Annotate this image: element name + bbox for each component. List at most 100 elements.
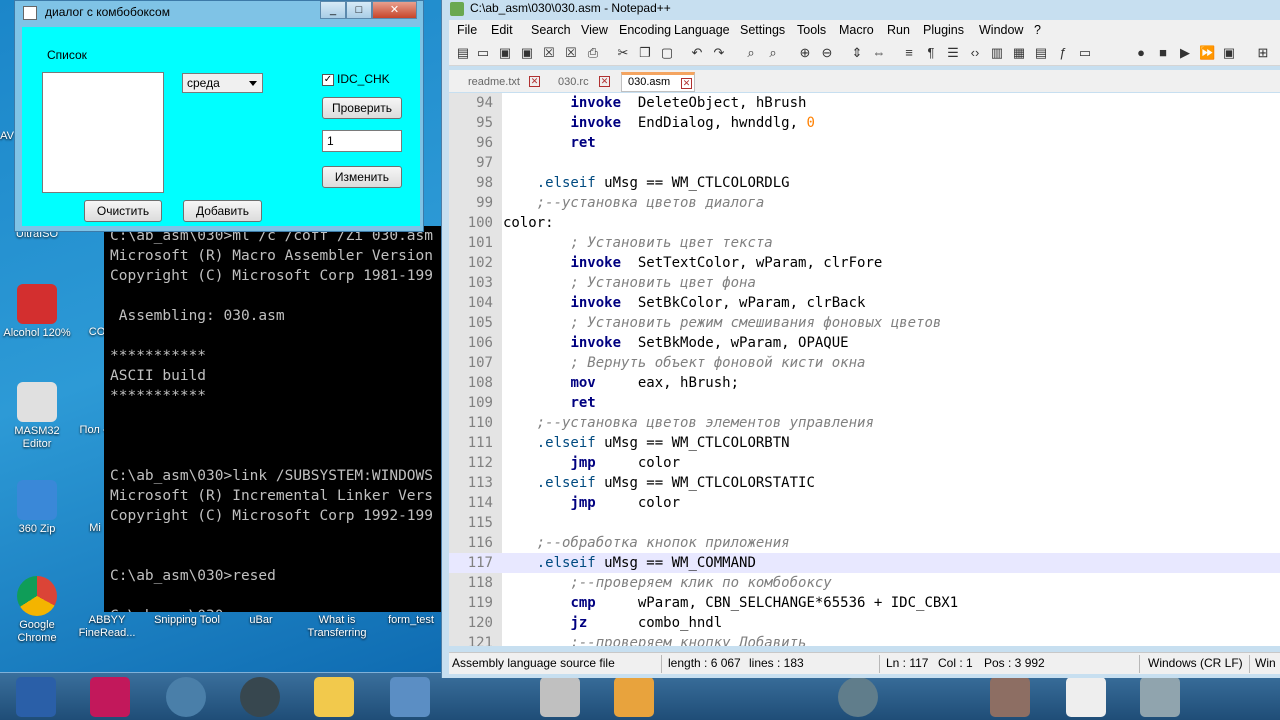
code-line[interactable]: 102 invoke SetTextColor, wParam, clrFore (449, 253, 1280, 273)
save-icon[interactable]: ▣ (497, 45, 513, 61)
indent-guide-icon[interactable]: ☰ (945, 45, 961, 61)
menu-item[interactable]: Macro (839, 23, 874, 37)
menu-item[interactable]: Run (887, 23, 910, 37)
record-macro-icon[interactable]: ● (1133, 45, 1149, 61)
zoom-out-icon[interactable]: ⊖ (819, 45, 835, 61)
code-line[interactable]: 120 jz combo_hndl (449, 613, 1280, 633)
menu-item[interactable]: Plugins (923, 23, 964, 37)
word-wrap-icon[interactable]: ≡ (901, 45, 917, 61)
menu-item[interactable]: Settings (740, 23, 785, 37)
code-line[interactable]: 115 (449, 513, 1280, 533)
taskbar-globe-icon[interactable] (240, 677, 280, 717)
stop-macro-icon[interactable]: ■ (1155, 45, 1171, 61)
function-list-icon[interactable]: ▦ (1011, 45, 1027, 61)
desktop-icon-form-test[interactable]: form_test (376, 614, 446, 627)
paste-icon[interactable]: ▢ (659, 45, 675, 61)
taskbar-capture-icon[interactable] (540, 677, 580, 717)
play-multiple-icon[interactable]: ⏩ (1199, 45, 1215, 61)
menu-item[interactable]: File (457, 23, 477, 37)
add-button[interactable]: Добавить (183, 200, 262, 222)
code-line[interactable]: 119 cmp wParam, CBN_SELCHANGE*65536 + ID… (449, 593, 1280, 613)
code-line[interactable]: 117 .elseif uMsg == WM_COMMAND (449, 553, 1280, 573)
fx-icon[interactable]: ƒ (1055, 45, 1071, 61)
tab-030-asm[interactable]: 030.asm ✕ (621, 72, 695, 92)
code-line[interactable]: 101 ; Установить цвет текста (449, 233, 1280, 253)
npp-titlebar[interactable]: C:\ab_asm\030\030.asm - Notepad++ (442, 0, 1280, 20)
desktop-icon-chrome[interactable]: Google Chrome (2, 576, 72, 645)
code-line[interactable]: 121 ;--проверяем кнопку Добавить (449, 633, 1280, 646)
sync-vertical-icon[interactable]: ⇕ (849, 45, 865, 61)
code-line[interactable]: 116 ;--обработка кнопок приложения (449, 533, 1280, 553)
minimize-button[interactable]: _ (320, 1, 346, 19)
hide-lines-icon[interactable]: ⊞ (1255, 45, 1271, 61)
code-line[interactable]: 104 invoke SetBkColor, wParam, clrBack (449, 293, 1280, 313)
new-file-icon[interactable]: ▤ (455, 45, 471, 61)
close-all-icon[interactable]: ☒ (563, 45, 579, 61)
code-line[interactable]: 112 jmp color (449, 453, 1280, 473)
desktop-icon-transferring[interactable]: What is Transferring (302, 614, 372, 640)
code-line[interactable]: 106 invoke SetBkMode, wParam, OPAQUE (449, 333, 1280, 353)
chevron-down-icon[interactable] (249, 81, 257, 86)
menu-item[interactable]: Window (979, 23, 1023, 37)
taskbar-app16-icon[interactable] (390, 677, 430, 717)
cut-icon[interactable]: ✂ (615, 45, 631, 61)
console-window[interactable]: C:\ab_asm\030>ml /c /coff /Zi 030.asm Mic… (104, 226, 442, 612)
find-icon[interactable]: ⌕ (743, 45, 759, 61)
code-line[interactable]: 105 ; Установить режим смешивания фоновы… (449, 313, 1280, 333)
menu-item[interactable]: Encoding (619, 23, 671, 37)
desktop-icon-abbyy[interactable]: ABBYY FineRead... (72, 614, 142, 640)
redo-icon[interactable]: ↷ (711, 45, 727, 61)
menu-item[interactable]: Edit (491, 23, 513, 37)
zoom-in-icon[interactable]: ⊕ (797, 45, 813, 61)
check-button[interactable]: Проверить (322, 97, 402, 119)
code-line[interactable]: 110 ;--установка цветов элементов управл… (449, 413, 1280, 433)
code-line[interactable]: 99 ;--установка цветов диалога (449, 193, 1280, 213)
code-line[interactable]: 108 mov eax, hBrush; (449, 373, 1280, 393)
document-map-icon[interactable]: ▥ (989, 45, 1005, 61)
sync-horizontal-icon[interactable]: ⇔ (871, 45, 887, 61)
code-line[interactable]: 94 invoke DeleteObject, hBrush (449, 93, 1280, 113)
close-button[interactable]: ✕ (372, 1, 417, 19)
save-macro-icon[interactable]: ▣ (1221, 45, 1237, 61)
code-line[interactable]: 98 .elseif uMsg == WM_CTLCOLORDLG (449, 173, 1280, 193)
value-edit[interactable]: 1 (322, 130, 402, 152)
play-macro-icon[interactable]: ▶ (1177, 45, 1193, 61)
listbox[interactable] (42, 72, 164, 193)
print-icon[interactable]: ⎙ (585, 45, 601, 61)
save-all-icon[interactable]: ▣ (519, 45, 535, 61)
close-tab-icon[interactable]: ✕ (599, 76, 610, 87)
close-tab-icon[interactable]: ✕ (529, 76, 540, 87)
taskbar-app-icon[interactable] (166, 677, 206, 717)
code-line[interactable]: 118 ;--проверяем клик по комбобоксу (449, 573, 1280, 593)
code-line[interactable]: 96 ret (449, 133, 1280, 153)
xml-icon[interactable]: ‹› (967, 45, 983, 61)
taskbar-chest-icon[interactable] (990, 677, 1030, 717)
code-line[interactable]: 97 (449, 153, 1280, 173)
menu-item[interactable]: View (581, 23, 608, 37)
code-line[interactable]: 107 ; Вернуть объект фоновой кисти окна (449, 353, 1280, 373)
taskbar-document-icon[interactable] (1066, 677, 1106, 717)
code-line[interactable]: 111 .elseif uMsg == WM_CTLCOLORBTN (449, 433, 1280, 453)
taskbar-fs-icon[interactable] (90, 677, 130, 717)
taskbar-paint-icon[interactable] (614, 677, 654, 717)
code-editor[interactable]: 94 invoke DeleteObject, hBrush 95 invoke … (449, 93, 1280, 646)
taskbar-folder-icon[interactable] (314, 677, 354, 717)
change-button[interactable]: Изменить (322, 166, 402, 188)
weekday-combobox[interactable]: среда (182, 73, 263, 93)
monitor-icon[interactable]: ▭ (1077, 45, 1093, 61)
show-all-chars-icon[interactable]: ¶ (923, 45, 939, 61)
tab-030-rc[interactable]: 030.rc ✕ (551, 72, 613, 92)
menu-item[interactable]: ? (1034, 23, 1041, 37)
copy-icon[interactable]: ❐ (637, 45, 653, 61)
clear-button[interactable]: Очистить (84, 200, 162, 222)
idc-chk-checkbox[interactable]: ✓ (322, 74, 334, 86)
replace-icon[interactable]: ⌕ (765, 45, 781, 61)
close-file-icon[interactable]: ☒ (541, 45, 557, 61)
undo-icon[interactable]: ↶ (689, 45, 705, 61)
desktop-icon-masm32[interactable]: MASM32 Editor (2, 382, 72, 451)
code-line[interactable]: 100 color: (449, 213, 1280, 233)
taskbar-tools-icon[interactable] (1140, 677, 1180, 717)
folder-workspace-icon[interactable]: ▤ (1033, 45, 1049, 61)
menu-item[interactable]: Search (531, 23, 571, 37)
close-tab-icon[interactable]: ✕ (681, 78, 692, 89)
